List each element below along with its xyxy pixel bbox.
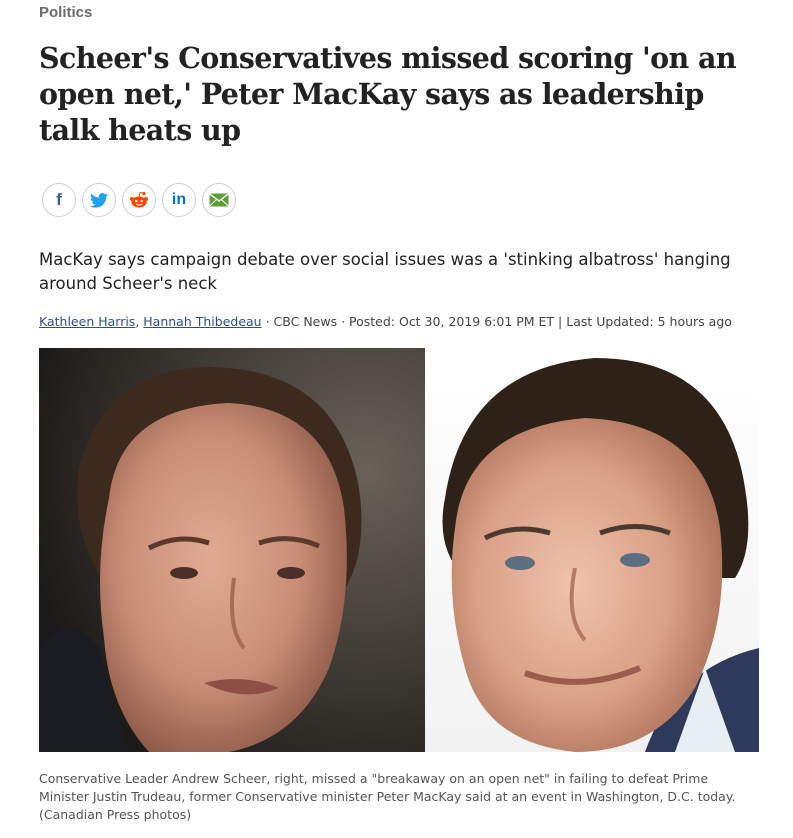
byline: Kathleen Harris, Hannah Thibedeau · CBC … xyxy=(39,314,732,329)
photo-andrew-scheer xyxy=(425,348,759,752)
share-linkedin-button[interactable]: in xyxy=(162,183,196,217)
article-headline: Scheer's Conservatives missed scoring 'o… xyxy=(39,41,737,147)
lead-photo xyxy=(39,348,759,752)
share-twitter-button[interactable] xyxy=(82,183,116,217)
twitter-icon xyxy=(90,192,108,208)
share-facebook-button[interactable]: f xyxy=(42,183,76,217)
author-link-hannah-thibedeau[interactable]: Hannah Thibedeau xyxy=(143,314,261,329)
share-toolbar: f in xyxy=(42,183,236,217)
author-link-kathleen-harris[interactable]: Kathleen Harris xyxy=(39,314,135,329)
linkedin-icon: in xyxy=(171,191,187,208)
article-deck: MacKay says campaign debate over social … xyxy=(39,250,731,293)
photo-peter-mackay xyxy=(39,348,425,752)
byline-meta: · CBC News · Posted: Oct 30, 2019 6:01 P… xyxy=(261,314,732,329)
section-label[interactable]: Politics xyxy=(39,4,92,21)
facebook-icon: f xyxy=(56,190,62,209)
photo-caption: Conservative Leader Andrew Scheer, right… xyxy=(39,771,736,822)
share-email-button[interactable] xyxy=(202,183,236,217)
share-reddit-button[interactable] xyxy=(122,183,156,217)
reddit-icon xyxy=(130,191,148,208)
email-icon xyxy=(209,193,229,207)
